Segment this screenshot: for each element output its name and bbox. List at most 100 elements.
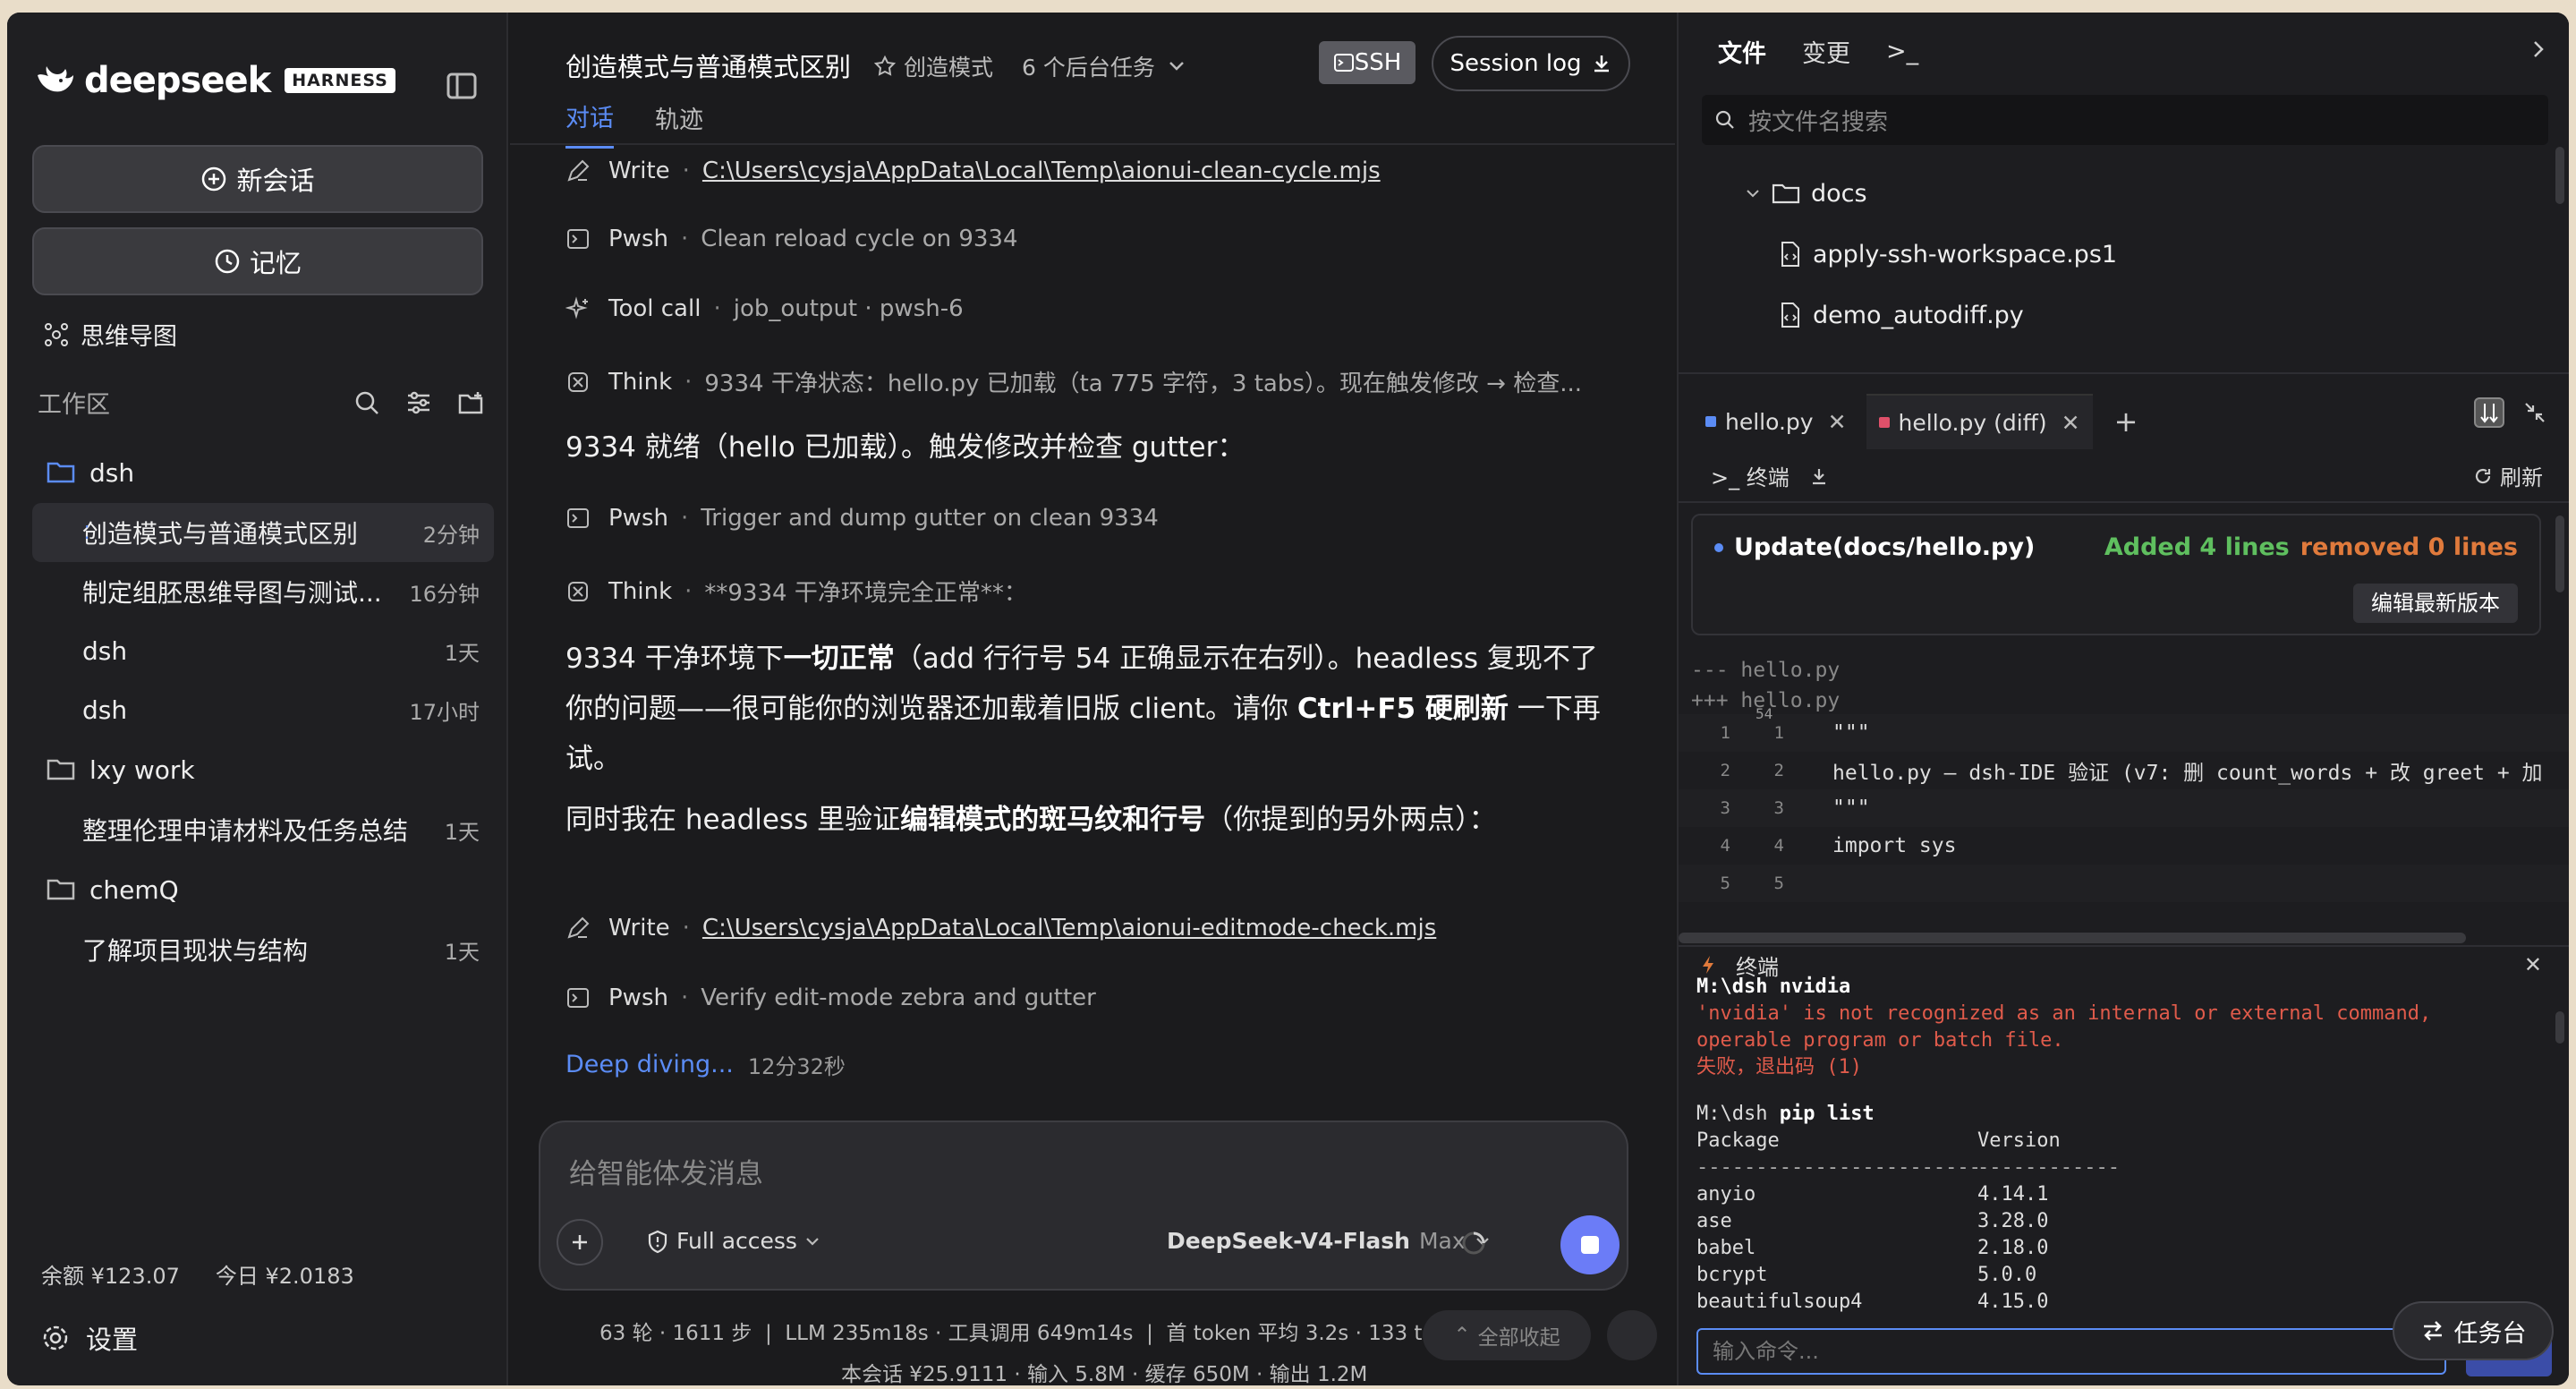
settings-button[interactable]: 设置 xyxy=(41,1319,138,1357)
separator-dot: · xyxy=(682,915,690,942)
session-title: dsh xyxy=(82,635,128,666)
filter-sliders-icon[interactable] xyxy=(404,388,433,417)
scroll-button[interactable] xyxy=(1607,1310,1657,1360)
session-item[interactable]: 了解项目现状与结构 1天 xyxy=(32,920,494,979)
terminal-scrollbar[interactable] xyxy=(2555,1011,2564,1044)
old-line-number: 2 xyxy=(1720,761,1730,780)
bold-segment: 一切正常 xyxy=(783,643,895,675)
tool-call-pwsh[interactable]: Pwsh · Verify edit-mode zebra and gutter xyxy=(565,984,1096,1011)
session-item[interactable]: 整理伦理申请材料及任务总结 1天 xyxy=(32,800,494,859)
brain-icon xyxy=(568,371,588,392)
think-step[interactable]: Think · 9334 干净状态：hello.py 已加载（ta 775 字符，… xyxy=(565,365,1582,398)
mindmap-link[interactable]: 思维导图 xyxy=(45,317,177,352)
split-view-icon[interactable] xyxy=(2472,396,2506,430)
mode-indicator[interactable]: 创造模式 xyxy=(873,50,993,82)
ssh-button[interactable]: SSH xyxy=(1319,41,1416,84)
new-chat-button[interactable]: 新会话 xyxy=(32,145,483,213)
close-icon[interactable]: ✕ xyxy=(1828,409,1847,435)
brand-logo[interactable]: deepseek HARNESS xyxy=(34,54,395,107)
session-item[interactable]: dsh 1天 xyxy=(32,621,494,680)
access-dropdown[interactable]: Full access xyxy=(646,1228,820,1254)
file-link[interactable]: C:\Users\cysja\AppData\Local\Temp\aionui… xyxy=(702,158,1381,184)
sidebar-toggle-button[interactable] xyxy=(444,68,480,104)
close-icon[interactable]: ✕ xyxy=(2062,410,2080,436)
download-icon[interactable] xyxy=(1809,466,1829,486)
tree-folder-docs[interactable]: docs xyxy=(1745,163,2117,224)
file-link[interactable]: C:\Users\cysja\AppData\Local\Temp\aionui… xyxy=(702,915,1436,942)
collapse-arrows-icon[interactable] xyxy=(2522,400,2547,425)
think-step[interactable]: Think · **9334 干净环境完全正常**： xyxy=(565,575,1027,608)
model-dropdown[interactable]: DeepSeek-V4-Flash Max xyxy=(1167,1228,1491,1254)
tool-call-write[interactable]: Write · C:\Users\cysja\AppData\Local\Temp… xyxy=(565,158,1381,184)
tree-file[interactable]: apply-ssh-workspace.ps1 xyxy=(1745,224,2117,285)
terminal-error-line: 失败，退出码 (1) xyxy=(1696,1056,1862,1078)
editor-tab-hello-py[interactable]: hello.py ✕ xyxy=(1693,394,1859,449)
editor-horizontal-scrollbar[interactable] xyxy=(1679,933,2466,943)
package-row: anyio 4.14.1 xyxy=(1696,1181,2431,1208)
close-icon[interactable]: ✕ xyxy=(2524,952,2542,977)
add-tab-icon[interactable]: + xyxy=(2114,405,2138,439)
package-name: babel xyxy=(1696,1237,1756,1259)
session-title: 制定组胚思维导图与测试... xyxy=(82,578,382,608)
package-row: ase 3.28.0 xyxy=(1696,1208,2431,1235)
session-time: 16分钟 xyxy=(409,581,480,607)
terminal-command-input[interactable]: 输入命令... xyxy=(1696,1328,2446,1375)
editor-tabs: hello.py ✕ hello.py (diff) ✕ + xyxy=(1693,394,2138,449)
tool-call-write[interactable]: Write · C:\Users\cysja\AppData\Local\Temp… xyxy=(565,915,1436,942)
separator-dot: · xyxy=(680,984,689,1011)
tab-terminal[interactable]: >_ xyxy=(1886,38,1918,65)
editor-scrollbar[interactable] xyxy=(2555,516,2564,592)
file-code-icon xyxy=(1781,242,1799,267)
package-name: beautifulsoup4 xyxy=(1696,1291,1863,1313)
refresh-button[interactable]: 刷新 xyxy=(2473,460,2543,491)
tool-call-pwsh[interactable]: Pwsh · Clean reload cycle on 9334 xyxy=(565,226,1018,252)
session-item[interactable]: 制定组胚思维导图与测试... 16分钟 xyxy=(32,562,494,621)
tool-call-pwsh[interactable]: Pwsh · Trigger and dump gutter on clean 9… xyxy=(565,505,1159,532)
new-folder-icon[interactable] xyxy=(456,388,485,417)
task-console-button[interactable]: 任务台 xyxy=(2393,1301,2554,1360)
diff-summary-card: Update(docs/hello.py) Added 4 lines remo… xyxy=(1691,514,2541,635)
clock-icon xyxy=(215,249,240,274)
stop-button[interactable] xyxy=(1560,1215,1620,1274)
tab-changes[interactable]: 变更 xyxy=(1802,34,1850,69)
chevron-right-icon[interactable] xyxy=(2531,39,2546,59)
background-tasks-dropdown[interactable]: 6 个后台任务 xyxy=(1022,50,1186,82)
file-search-input[interactable]: 按文件名搜索 xyxy=(1702,95,2548,145)
workspace-folder-chemq[interactable]: chemQ xyxy=(32,859,494,920)
workspace-folder-lxy-work[interactable]: lxy work xyxy=(32,739,494,800)
new-line-number: 1 xyxy=(1773,723,1784,743)
file-tree-scrollbar[interactable] xyxy=(2555,147,2564,204)
refresh-label: 刷新 xyxy=(2500,465,2543,490)
memory-button[interactable]: 记忆 xyxy=(32,227,483,295)
tab-trajectory[interactable]: 轨迹 xyxy=(655,100,703,148)
session-item[interactable]: ⁚ 创造模式与普通模式区别 2分钟 xyxy=(32,503,494,562)
code-text: hello.py — dsh-IDE 验证 (v7: 删 count_words… xyxy=(1832,762,2543,785)
sparkle-icon xyxy=(565,296,588,320)
panel-divider[interactable] xyxy=(1679,372,2569,374)
tool-desc: Verify edit-mode zebra and gutter xyxy=(701,984,1096,1011)
session-item[interactable]: dsh 17小时 xyxy=(32,680,494,739)
editor-tab-hello-diff[interactable]: hello.py (diff) ✕ xyxy=(1866,394,2093,449)
model-name: DeepSeek-V4-Flash xyxy=(1167,1228,1410,1254)
attach-button[interactable] xyxy=(557,1219,603,1265)
tab-conversation[interactable]: 对话 xyxy=(565,98,614,149)
tab-files[interactable]: 文件 xyxy=(1718,34,1766,69)
message-input[interactable]: 给智能体发消息 xyxy=(569,1151,763,1191)
tree-file[interactable]: demo_autodiff.py xyxy=(1745,285,2117,345)
session-time: 1天 xyxy=(444,640,480,666)
session-log-button[interactable]: Session log xyxy=(1432,36,1630,91)
pencil-icon xyxy=(567,916,590,939)
collapse-all-button[interactable]: ⌃ 全部收起 xyxy=(1423,1310,1591,1360)
message-composer[interactable]: 给智能体发消息 Full access DeepSeek-V4-Flash Ma… xyxy=(539,1121,1628,1291)
edit-latest-button[interactable]: 编辑最新版本 xyxy=(2353,584,2518,623)
session-time: 1天 xyxy=(444,939,480,965)
terminal-toggle[interactable]: >_ 终端 xyxy=(1711,460,1790,491)
tool-call-generic[interactable]: Tool call · job_output · pwsh-6 xyxy=(565,295,964,322)
session-time: 1天 xyxy=(444,819,480,845)
file-color-marker xyxy=(1705,416,1716,427)
diff-header-line: +++ hello.py xyxy=(1691,689,1841,712)
mindmap-label: 思维导图 xyxy=(81,323,177,351)
search-icon[interactable] xyxy=(353,388,381,417)
workspace-folder-dsh[interactable]: dsh xyxy=(32,442,494,503)
terminal-table-header: Package Version xyxy=(1696,1128,2431,1155)
